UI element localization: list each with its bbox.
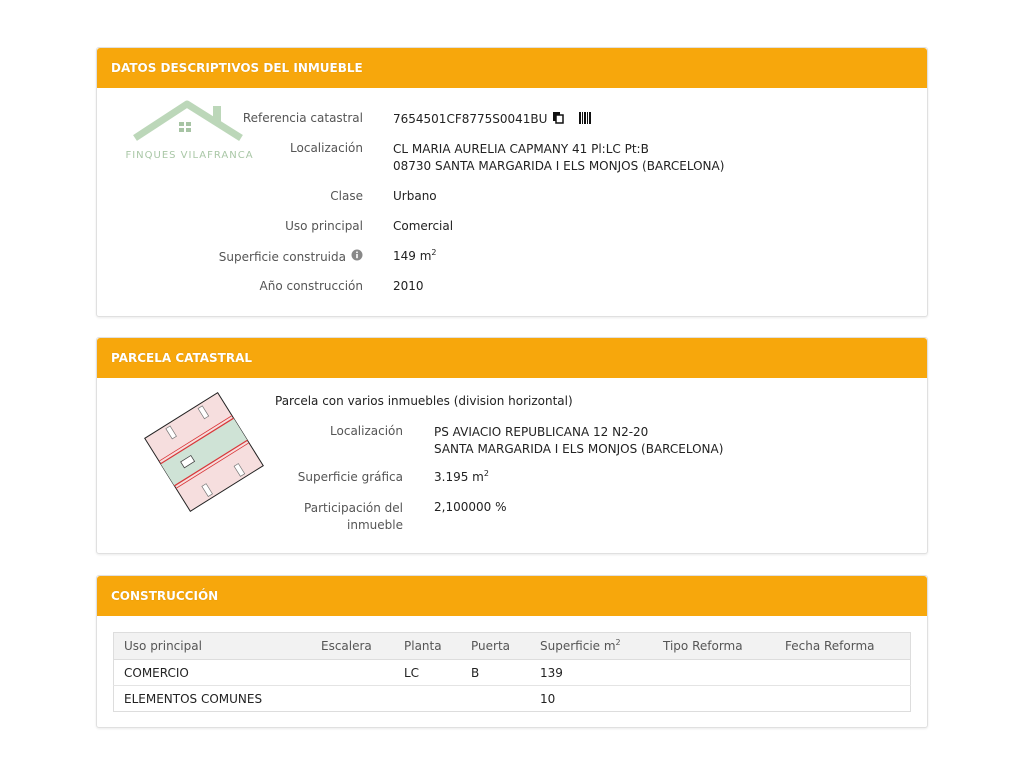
cell-escalera <box>311 686 394 712</box>
uso-principal-value: Comercial <box>393 219 454 233</box>
cell-planta <box>394 686 461 712</box>
cell-tipo-reforma <box>653 686 775 712</box>
cell-superficie: 139 <box>530 659 653 686</box>
parcela-subtitle: Parcela con varios inmuebles (division h… <box>275 394 573 408</box>
col-superficie: Superficie m2 <box>530 632 653 660</box>
cell-fecha-reforma <box>775 686 911 712</box>
anio-construccion-value: 2010 <box>393 279 424 293</box>
panel-title: DATOS DESCRIPTIVOS DEL INMUEBLE <box>111 61 363 75</box>
superficie-grafica-label: Superficie gráfica <box>297 470 403 484</box>
cell-fecha-reforma <box>775 659 911 686</box>
cell-tipo-reforma <box>653 659 775 686</box>
parcela-catastral-panel: PARCELA CATASTRAL Parcela con varios inm… <box>96 337 928 554</box>
participacion-value: 2,100000 % <box>434 500 507 514</box>
info-icon[interactable] <box>351 249 363 264</box>
referencia-catastral-value: 7654501CF8775S0041BU <box>393 112 548 126</box>
superficie-construida-label: Superficie construida <box>218 249 346 264</box>
col-planta: Planta <box>394 632 461 660</box>
datos-descriptivos-panel: DATOS DESCRIPTIVOS DEL INMUEBLE FINQUES … <box>96 47 928 317</box>
construccion-header: CONSTRUCCIÓN <box>97 576 927 616</box>
col-escalera: Escalera <box>311 632 394 660</box>
parcela-localizacion-line2: SANTA MARGARIDA I ELS MONJOS (BARCELONA) <box>434 442 724 456</box>
col-tipo-reforma: Tipo Reforma <box>653 632 775 660</box>
participacion-label: Participación del inmueble <box>97 500 403 534</box>
uso-principal-label: Uso principal <box>285 219 363 233</box>
barcode-icon[interactable] <box>579 111 592 127</box>
construccion-table: Uso principal Escalera Planta Puerta Sup… <box>113 632 911 712</box>
localizacion-label: Localización <box>290 141 363 155</box>
cell-superficie: 10 <box>540 691 556 706</box>
parcela-catastral-header: PARCELA CATASTRAL <box>97 338 927 378</box>
cell-uso: ELEMENTOS COMUNES <box>124 691 263 706</box>
participacion-label-line2: inmueble <box>347 518 403 532</box>
construccion-panel: CONSTRUCCIÓN Uso principal Escalera Plan… <box>96 575 928 728</box>
col-fecha-reforma: Fecha Reforma <box>775 632 911 660</box>
panel-title: PARCELA CATASTRAL <box>111 351 253 365</box>
cell-uso: COMERCIO <box>113 659 311 686</box>
superficie-construida-value: 149 m2 <box>393 249 437 264</box>
anio-construccion-label: Año construcción <box>259 279 364 293</box>
superficie-grafica-exp: 2 <box>483 469 489 478</box>
localizacion-line1: CL MARIA AURELIA CAPMANY 41 Pl:LC Pt:B <box>393 142 649 156</box>
table-row: ELEMENTOS COMUNES 10 <box>114 686 911 712</box>
superficie-construida-number: 149 m <box>393 249 432 263</box>
participacion-label-line1: Participación del <box>304 501 403 515</box>
clase-value: Urbano <box>393 189 437 203</box>
col-uso-principal: Uso principal <box>113 632 311 660</box>
col-superficie-label: Superficie m <box>540 639 616 653</box>
table-row: COMERCIO LC B 139 <box>113 659 911 686</box>
clase-label: Clase <box>330 189 363 203</box>
copy-icon[interactable] <box>552 111 565 127</box>
cell-puerta <box>461 686 530 712</box>
cell-escalera <box>311 659 394 686</box>
datos-descriptivos-header: DATOS DESCRIPTIVOS DEL INMUEBLE <box>97 48 927 88</box>
superficie-construida-label-wrap: Superficie construida <box>97 249 363 264</box>
panel-title: CONSTRUCCIÓN <box>111 589 219 603</box>
parcela-localizacion-label: Localización <box>330 424 403 438</box>
col-puerta: Puerta <box>461 632 530 660</box>
col-superficie-exp: 2 <box>615 638 621 647</box>
parcela-localizacion-line1: PS AVIACIO REPUBLICANA 12 N2-20 <box>434 425 649 439</box>
superficie-grafica-number: 3.195 m <box>434 470 484 484</box>
superficie-grafica-value: 3.195 m2 <box>434 469 489 485</box>
cell-planta: LC <box>394 659 461 686</box>
cell-puerta: B <box>461 659 530 686</box>
referencia-catastral-label: Referencia catastral <box>242 111 363 125</box>
superficie-construida-exp: 2 <box>431 248 437 257</box>
table-header-row: Uso principal Escalera Planta Puerta Sup… <box>113 632 911 660</box>
localizacion-line2: 08730 SANTA MARGARIDA I ELS MONJOS (BARC… <box>393 159 725 173</box>
